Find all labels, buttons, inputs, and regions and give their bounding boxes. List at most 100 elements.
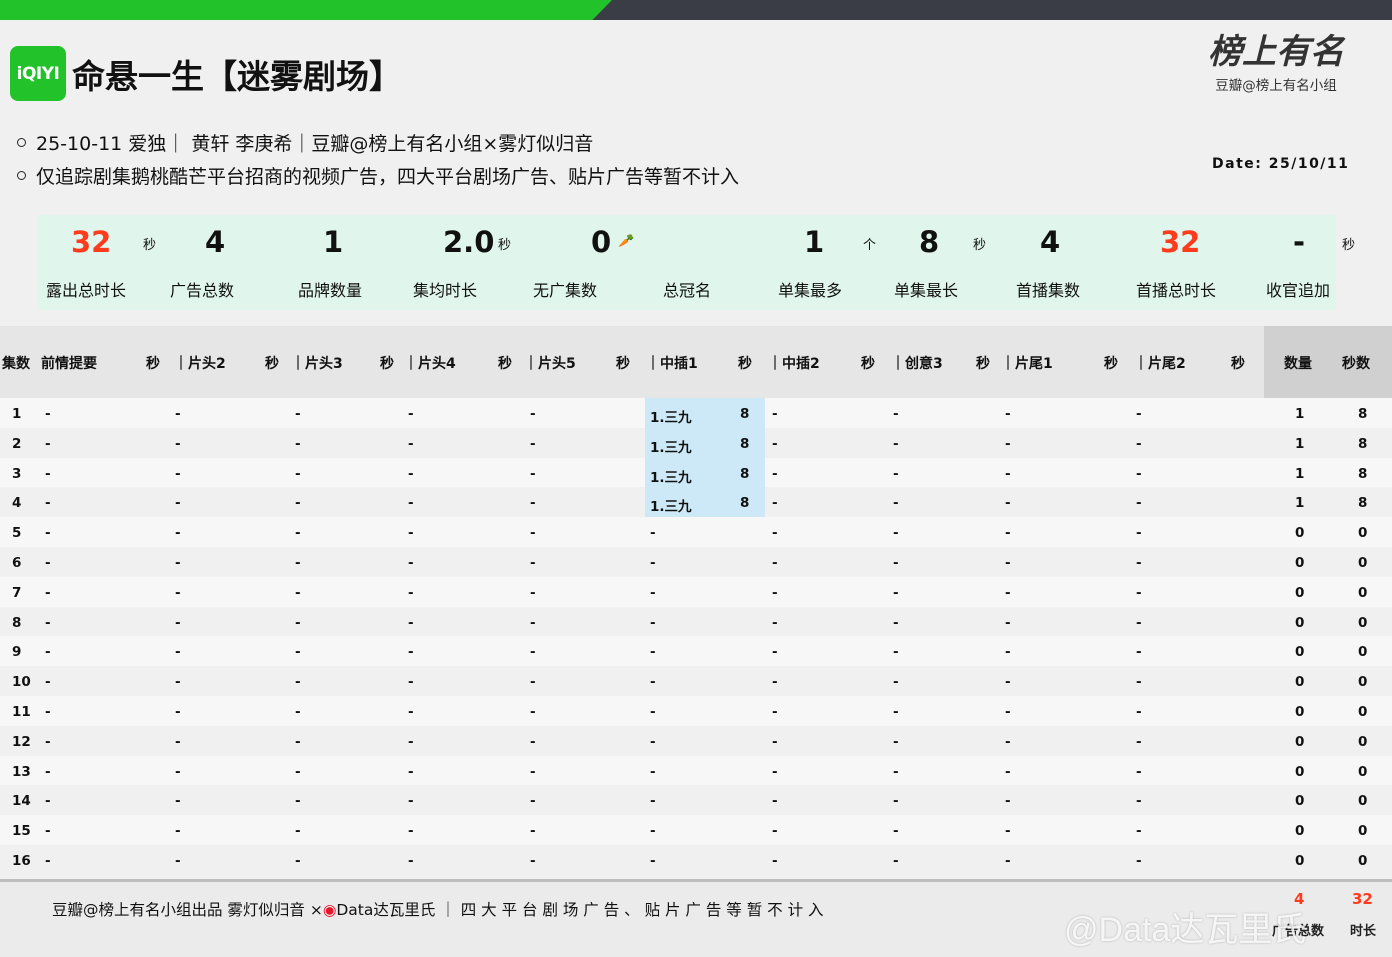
mid-ad-brand: - — [650, 823, 656, 840]
empty-cell: - — [893, 644, 899, 661]
empty-cell: - — [530, 584, 536, 601]
empty-cell: - — [175, 614, 181, 631]
empty-cell: - — [45, 584, 51, 601]
empty-cell: - — [772, 852, 778, 869]
watermark: @Data达瓦里氏 — [1064, 911, 1307, 949]
mid-ad-brand: 1.三九 — [650, 410, 692, 426]
mid-ad-brand: - — [650, 733, 656, 750]
empty-cell: - — [893, 852, 899, 869]
iqiyi-logo: iQIYI — [10, 46, 66, 101]
col-sec: 秒 — [380, 356, 394, 372]
empty-cell: - — [408, 614, 414, 631]
empty-cell: - — [1136, 465, 1142, 482]
empty-cell: - — [893, 614, 899, 631]
ad-count: 0 — [1295, 733, 1305, 750]
ad-count: 0 — [1295, 614, 1305, 631]
empty-cell: - — [295, 823, 301, 840]
empty-cell: - — [295, 644, 301, 661]
table-row: 9 - - - - - - - - - - 0 0 — [0, 636, 1392, 667]
mid-ad-brand: - — [650, 584, 656, 601]
table-row: 7 - - - - - - - - - - 0 0 — [0, 576, 1392, 607]
stat-label: 首播集数 — [1016, 281, 1081, 300]
ad-count: 1 — [1295, 435, 1305, 452]
footer-text-2: Data达瓦里氏 ｜ 四 大 平 台 剧 场 广 告 、 贴 片 广 告 等 暂… — [336, 901, 824, 919]
episode-number: 16 — [12, 852, 31, 869]
empty-cell: - — [408, 435, 414, 452]
table-row: 8 - - - - - - - - - - 0 0 — [0, 606, 1392, 637]
meta-text-1: 25-10-11 爱独｜ 黄轩 李庚希｜豆瓣@榜上有名小组×雾灯似归音 — [36, 133, 594, 155]
empty-cell: - — [772, 703, 778, 720]
empty-cell: - — [530, 465, 536, 482]
ad-seconds: 0 — [1358, 793, 1368, 810]
col-episode: 集数 — [2, 356, 30, 372]
ad-seconds: 0 — [1358, 644, 1368, 661]
stat-label: 无广集数 — [533, 281, 598, 300]
stat-value: 0 — [591, 225, 612, 259]
empty-cell: - — [175, 733, 181, 750]
empty-cell: - — [893, 406, 899, 422]
table-row: 2 - - - - - - - - - 1.三九 8 1 8 — [0, 427, 1392, 458]
empty-cell: - — [408, 495, 414, 512]
empty-cell: - — [1005, 644, 1011, 661]
stat-label: 单集最多 — [778, 281, 843, 300]
empty-cell: - — [295, 674, 301, 691]
bullet-icon — [17, 138, 26, 147]
stat-unit: 个 — [863, 238, 877, 253]
empty-cell: - — [1136, 614, 1142, 631]
empty-cell: - — [1136, 852, 1142, 869]
empty-cell: - — [772, 495, 778, 512]
empty-cell: - — [45, 614, 51, 631]
table-row: 10- - - - - - - - - -0 0 — [0, 666, 1392, 696]
empty-cell: - — [1005, 465, 1011, 482]
col-sec: 秒 — [861, 356, 875, 372]
meta-line-1: 25-10-11 爱独｜ 黄轩 李庚希｜豆瓣@榜上有名小组×雾灯似归音 — [14, 129, 593, 156]
empty-cell: - — [45, 703, 51, 720]
empty-cell: - — [175, 525, 181, 542]
empty-cell: - — [1136, 554, 1142, 571]
mid-ad-seconds: 8 — [740, 465, 750, 482]
empty-cell: - — [1005, 614, 1011, 631]
top-bar — [0, 0, 1392, 20]
mid-ad-brand: - — [650, 793, 656, 810]
ad-seconds: 0 — [1358, 703, 1368, 720]
empty-cell: - — [175, 763, 181, 780]
empty-cell: - — [530, 823, 536, 840]
stat-value: 32 — [1160, 225, 1201, 259]
meta-line-2: 仅追踪剧集鹅桃酷芒平台招商的视频广告，四大平台剧场广告、贴片广告等暂不计入 — [14, 162, 739, 189]
table-body: 1 - - - - - - - - - 1.三九 8 1 8 2 - - - - - - - - - 1.三九 8 1 8 3 - - - - -… — [0, 398, 1392, 875]
page-title: 命悬一生【迷雾剧场】 — [72, 57, 402, 96]
col-sec: 秒 — [265, 356, 279, 372]
empty-cell: - — [772, 584, 778, 601]
empty-cell: - — [893, 525, 899, 542]
mid-ad-brand: - — [650, 644, 656, 661]
episode-number: 14 — [12, 793, 31, 810]
mid-ad-brand: - — [650, 703, 656, 720]
empty-cell: - — [1005, 703, 1011, 720]
ad-seconds: 0 — [1358, 733, 1368, 750]
empty-cell: - — [175, 465, 181, 482]
col-ending-1: ｜片尾1 — [1001, 356, 1053, 372]
empty-cell: - — [1136, 644, 1142, 661]
empty-cell: - — [175, 703, 181, 720]
empty-cell: - — [45, 525, 51, 542]
empty-cell: - — [1005, 793, 1011, 810]
empty-cell: - — [530, 763, 536, 780]
empty-cell: - — [295, 793, 301, 810]
ad-seconds: 8 — [1358, 406, 1368, 422]
empty-cell: - — [295, 435, 301, 452]
empty-cell: - — [772, 823, 778, 840]
ad-count: 0 — [1295, 554, 1305, 571]
empty-cell: - — [295, 852, 301, 869]
episode-number: 15 — [12, 823, 31, 840]
ad-seconds: 0 — [1358, 674, 1368, 691]
empty-cell: - — [175, 674, 181, 691]
empty-cell: - — [1005, 852, 1011, 869]
empty-cell: - — [772, 644, 778, 661]
stat-unit: 秒 — [498, 238, 512, 253]
empty-cell: - — [295, 733, 301, 750]
empty-cell: - — [893, 435, 899, 452]
col-mid-1: ｜中插1 — [646, 356, 698, 372]
episode-number: 9 — [12, 644, 22, 661]
empty-cell: - — [45, 793, 51, 810]
footer-seconds-label: 时长 — [1350, 924, 1377, 939]
